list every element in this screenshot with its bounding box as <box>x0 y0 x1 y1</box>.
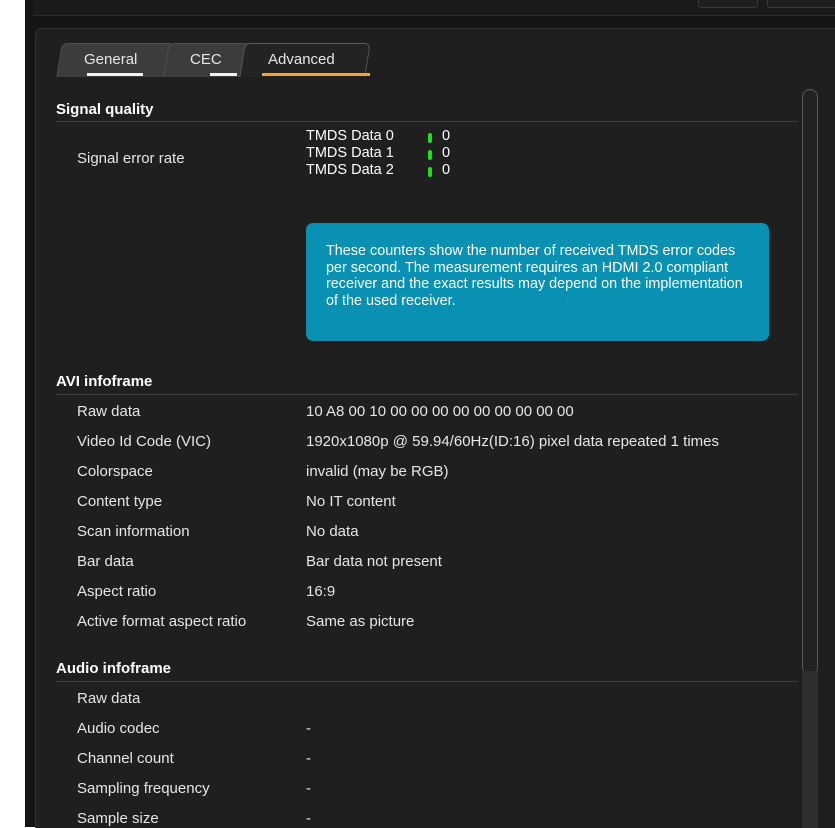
audio-row-value: - <box>306 750 311 767</box>
avi-row-label: Raw data <box>77 403 141 420</box>
avi-row-label: Colorspace <box>77 463 153 480</box>
avi-row-value: invalid (may be RGB) <box>306 463 449 480</box>
tmds-data-0-indicator-icon <box>428 133 432 143</box>
tmds-data-0-value: 0 <box>442 128 451 144</box>
audio-row-value: - <box>306 810 311 827</box>
avi-row-label: Video Id Code (VIC) <box>77 433 211 450</box>
tmds-data-2-value: 0 <box>442 162 451 178</box>
signal-error-rate-label: Signal error rate <box>77 150 185 167</box>
audio-row-value: - <box>306 720 311 737</box>
avi-infoframe-title: AVI infoframe <box>56 373 153 390</box>
tab-bar: General CEC Advanced <box>36 43 835 77</box>
tab-advanced-label: Advanced <box>268 51 335 68</box>
avi-row-label: Scan information <box>77 523 190 540</box>
scrollbar-track[interactable] <box>802 671 818 828</box>
section-divider <box>56 394 798 395</box>
section-divider <box>56 681 798 682</box>
avi-row-value: Bar data not present <box>306 553 442 570</box>
avi-row-value: 16:9 <box>306 583 336 600</box>
top-button-2[interactable] <box>767 0 835 8</box>
avi-row-value: 1920x1080p @ 59.94/60Hz(ID:16) pixel dat… <box>306 433 719 450</box>
tmds-data-2-label: TMDS Data 2 <box>306 162 394 178</box>
avi-row-label: Bar data <box>77 553 134 570</box>
scrollbar-thumb[interactable] <box>802 89 818 675</box>
audio-row-label: Sampling frequency <box>77 780 210 797</box>
avi-row-label: Aspect ratio <box>77 583 157 600</box>
tmds-info-box: These counters show the number of receiv… <box>306 223 769 341</box>
avi-row-value: 10 A8 00 10 00 00 00 00 00 00 00 00 00 <box>306 403 574 420</box>
tmds-data-2-indicator-icon <box>428 167 432 177</box>
avi-row-value: No data <box>306 523 359 540</box>
tmds-data-1-value: 0 <box>442 145 451 161</box>
audio-infoframe-title: Audio infoframe <box>56 660 171 677</box>
settings-panel: General CEC Advanced Signal quality Sign… <box>35 28 835 828</box>
audio-row-label: Raw data <box>77 690 141 707</box>
tmds-data-1-label: TMDS Data 1 <box>306 145 394 161</box>
tab-general-label: General <box>84 51 138 68</box>
avi-row-label: Content type <box>77 493 163 510</box>
audio-row-label: Channel count <box>77 750 174 767</box>
tmds-data-1-indicator-icon <box>428 150 432 160</box>
avi-row-label: Active format aspect ratio <box>77 613 247 630</box>
title-bar <box>33 0 835 16</box>
section-divider <box>56 121 798 122</box>
audio-row-value: - <box>306 780 311 797</box>
signal-quality-title: Signal quality <box>56 101 154 118</box>
tmds-data-0-label: TMDS Data 0 <box>306 128 394 144</box>
advanced-content: Signal quality Signal error rate TMDS Da… <box>36 76 835 828</box>
audio-row-label: Audio codec <box>77 720 160 737</box>
tab-cec-label: CEC <box>190 51 222 68</box>
avi-row-value: Same as picture <box>306 613 415 630</box>
top-button-1[interactable] <box>698 0 758 8</box>
avi-row-value: No IT content <box>306 493 396 510</box>
audio-row-label: Sample size <box>77 810 159 827</box>
